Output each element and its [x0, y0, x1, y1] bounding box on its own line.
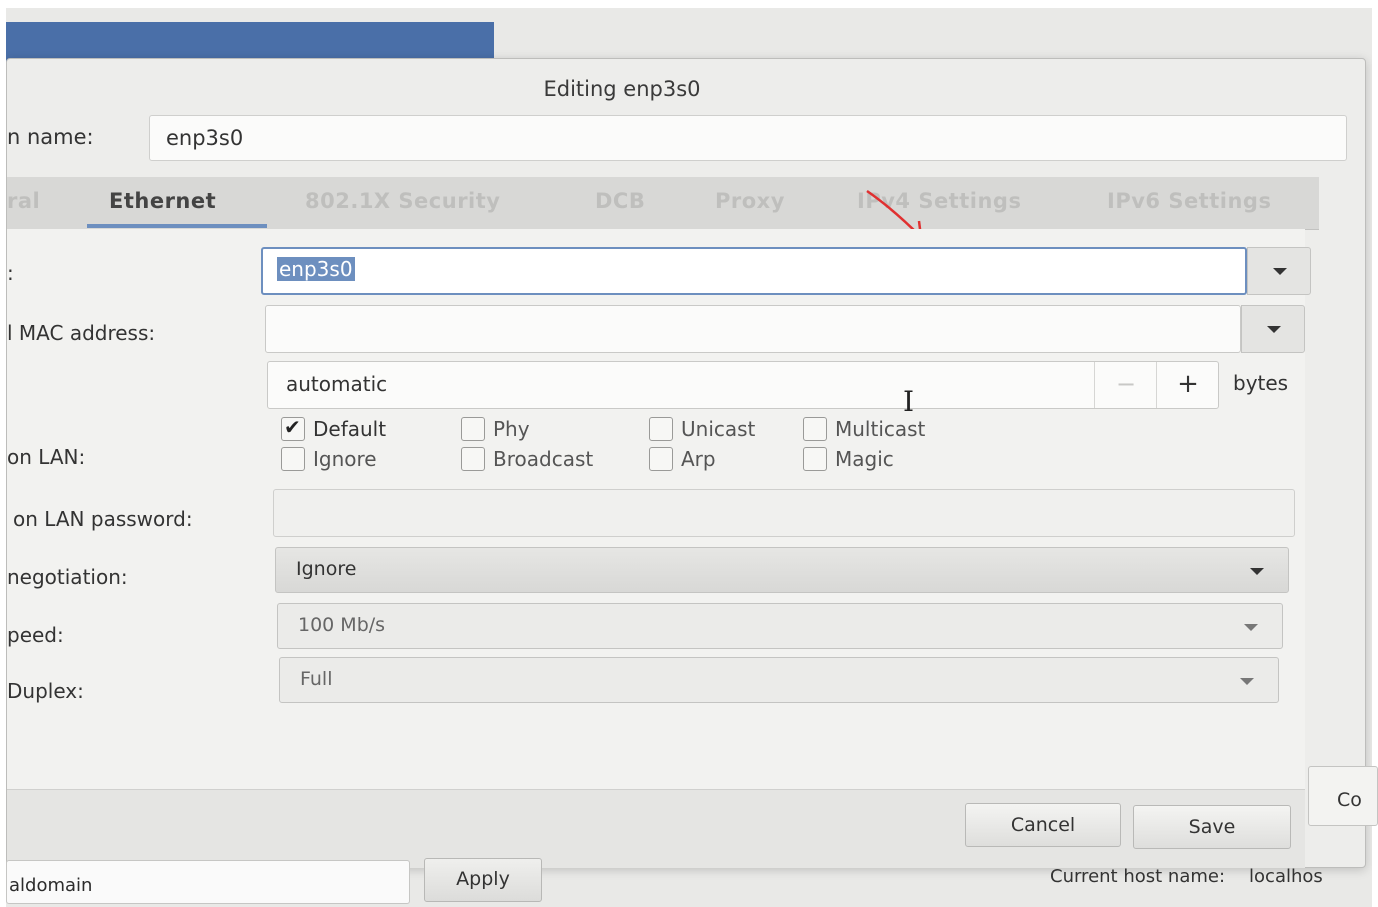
- wol-arp-checkbox[interactable]: Arp: [649, 447, 716, 471]
- checkbox-icon: [803, 417, 827, 441]
- tab-dcb[interactable]: DCB: [595, 189, 645, 213]
- tab-proxy[interactable]: Proxy: [715, 189, 785, 213]
- chevron-down-icon: [1250, 568, 1264, 575]
- cloned-mac-label: l MAC address:: [7, 321, 156, 345]
- tab-8021x-security[interactable]: 802.1X Security: [305, 189, 500, 213]
- current-host-label: Current host name:: [1050, 866, 1226, 887]
- device-combo-entry[interactable]: enp3s0: [261, 247, 1247, 295]
- checkbox-icon: [803, 447, 827, 471]
- apply-button[interactable]: Apply: [424, 858, 542, 902]
- connection-name-label: n name:: [7, 125, 94, 149]
- checkbox-icon: [649, 417, 673, 441]
- wol-arp-label: Arp: [681, 447, 716, 471]
- wol-magic-label: Magic: [835, 447, 894, 471]
- active-tab-indicator: [87, 224, 267, 228]
- wol-unicast-label: Unicast: [681, 417, 756, 441]
- checkbox-checked-icon: [281, 415, 305, 441]
- wol-unicast-checkbox[interactable]: Unicast: [649, 417, 755, 441]
- cancel-button[interactable]: Cancel: [965, 803, 1121, 847]
- editing-connection-dialog: Editing enp3s0 n name: enp3s0 ral Ethern…: [6, 58, 1366, 868]
- wol-password-input[interactable]: [273, 489, 1295, 537]
- mtu-increment-button[interactable]: +: [1156, 362, 1219, 408]
- wol-multicast-label: Multicast: [835, 417, 926, 441]
- tab-ipv6-settings[interactable]: IPv6 Settings: [1107, 189, 1271, 213]
- wol-broadcast-checkbox[interactable]: Broadcast: [461, 447, 593, 471]
- speed-value: 100 Mb/s: [298, 614, 386, 636]
- current-host-name: Current host name: localhos: [1050, 866, 1323, 887]
- chevron-down-icon: [1273, 268, 1287, 275]
- wol-password-label: on LAN password:: [13, 507, 193, 531]
- checkbox-icon: [461, 417, 485, 441]
- checkbox-icon: [649, 447, 673, 471]
- chevron-down-icon: [1240, 678, 1254, 685]
- cloned-mac-input[interactable]: [265, 305, 1241, 353]
- speed-dropdown[interactable]: 100 Mb/s: [277, 603, 1283, 649]
- wol-phy-label: Phy: [493, 417, 530, 441]
- text-cursor-icon: I: [903, 385, 915, 418]
- hostname-input[interactable]: aldomain: [6, 860, 410, 904]
- current-host-value: localhos: [1249, 866, 1323, 887]
- duplex-dropdown[interactable]: Full: [279, 657, 1279, 703]
- wol-ignore-label: Ignore: [313, 447, 377, 471]
- connection-name-input[interactable]: enp3s0: [149, 115, 1347, 161]
- mtu-spin-button[interactable]: automatic − +: [267, 361, 1219, 409]
- save-button[interactable]: Save: [1133, 805, 1291, 849]
- mtu-value: automatic: [286, 372, 388, 396]
- wol-default-checkbox[interactable]: Default: [281, 415, 387, 441]
- checkbox-icon: [281, 447, 305, 471]
- settings-tab-bar: ral Ethernet 802.1X Security DCB Proxy I…: [7, 177, 1319, 230]
- dialog-title: Editing enp3s0: [543, 77, 701, 101]
- wol-magic-checkbox[interactable]: Magic: [803, 447, 894, 471]
- wol-broadcast-label: Broadcast: [493, 447, 594, 471]
- screen: Editing enp3s0 n name: enp3s0 ral Ethern…: [6, 8, 1372, 907]
- device-value: enp3s0: [277, 257, 355, 281]
- wol-phy-checkbox[interactable]: Phy: [461, 417, 530, 441]
- wol-default-label: Default: [313, 417, 387, 441]
- tab-general[interactable]: ral: [7, 189, 40, 213]
- background-co-button[interactable]: Co: [1308, 766, 1378, 826]
- device-dropdown-button[interactable]: [1247, 247, 1311, 295]
- mtu-decrement-button[interactable]: −: [1094, 362, 1157, 408]
- link-negotiation-value: Ignore: [296, 558, 357, 580]
- checkbox-icon: [461, 447, 485, 471]
- mtu-unit-label: bytes: [1233, 371, 1289, 395]
- wol-ignore-checkbox[interactable]: Ignore: [281, 447, 377, 471]
- device-label: :: [7, 261, 14, 285]
- chevron-down-icon: [1244, 624, 1258, 631]
- duplex-label: Duplex:: [7, 679, 84, 703]
- speed-label: peed:: [7, 623, 64, 647]
- link-negotiation-label: negotiation:: [7, 565, 128, 589]
- cloned-mac-dropdown-button[interactable]: [1241, 305, 1305, 353]
- link-negotiation-dropdown[interactable]: Ignore: [275, 547, 1289, 593]
- wake-on-lan-label: on LAN:: [7, 445, 86, 469]
- duplex-value: Full: [300, 668, 333, 690]
- background-window-titlebar: [6, 22, 494, 62]
- wol-multicast-checkbox[interactable]: Multicast: [803, 417, 925, 441]
- chevron-down-icon: [1267, 326, 1281, 333]
- tab-ethernet[interactable]: Ethernet: [109, 189, 216, 213]
